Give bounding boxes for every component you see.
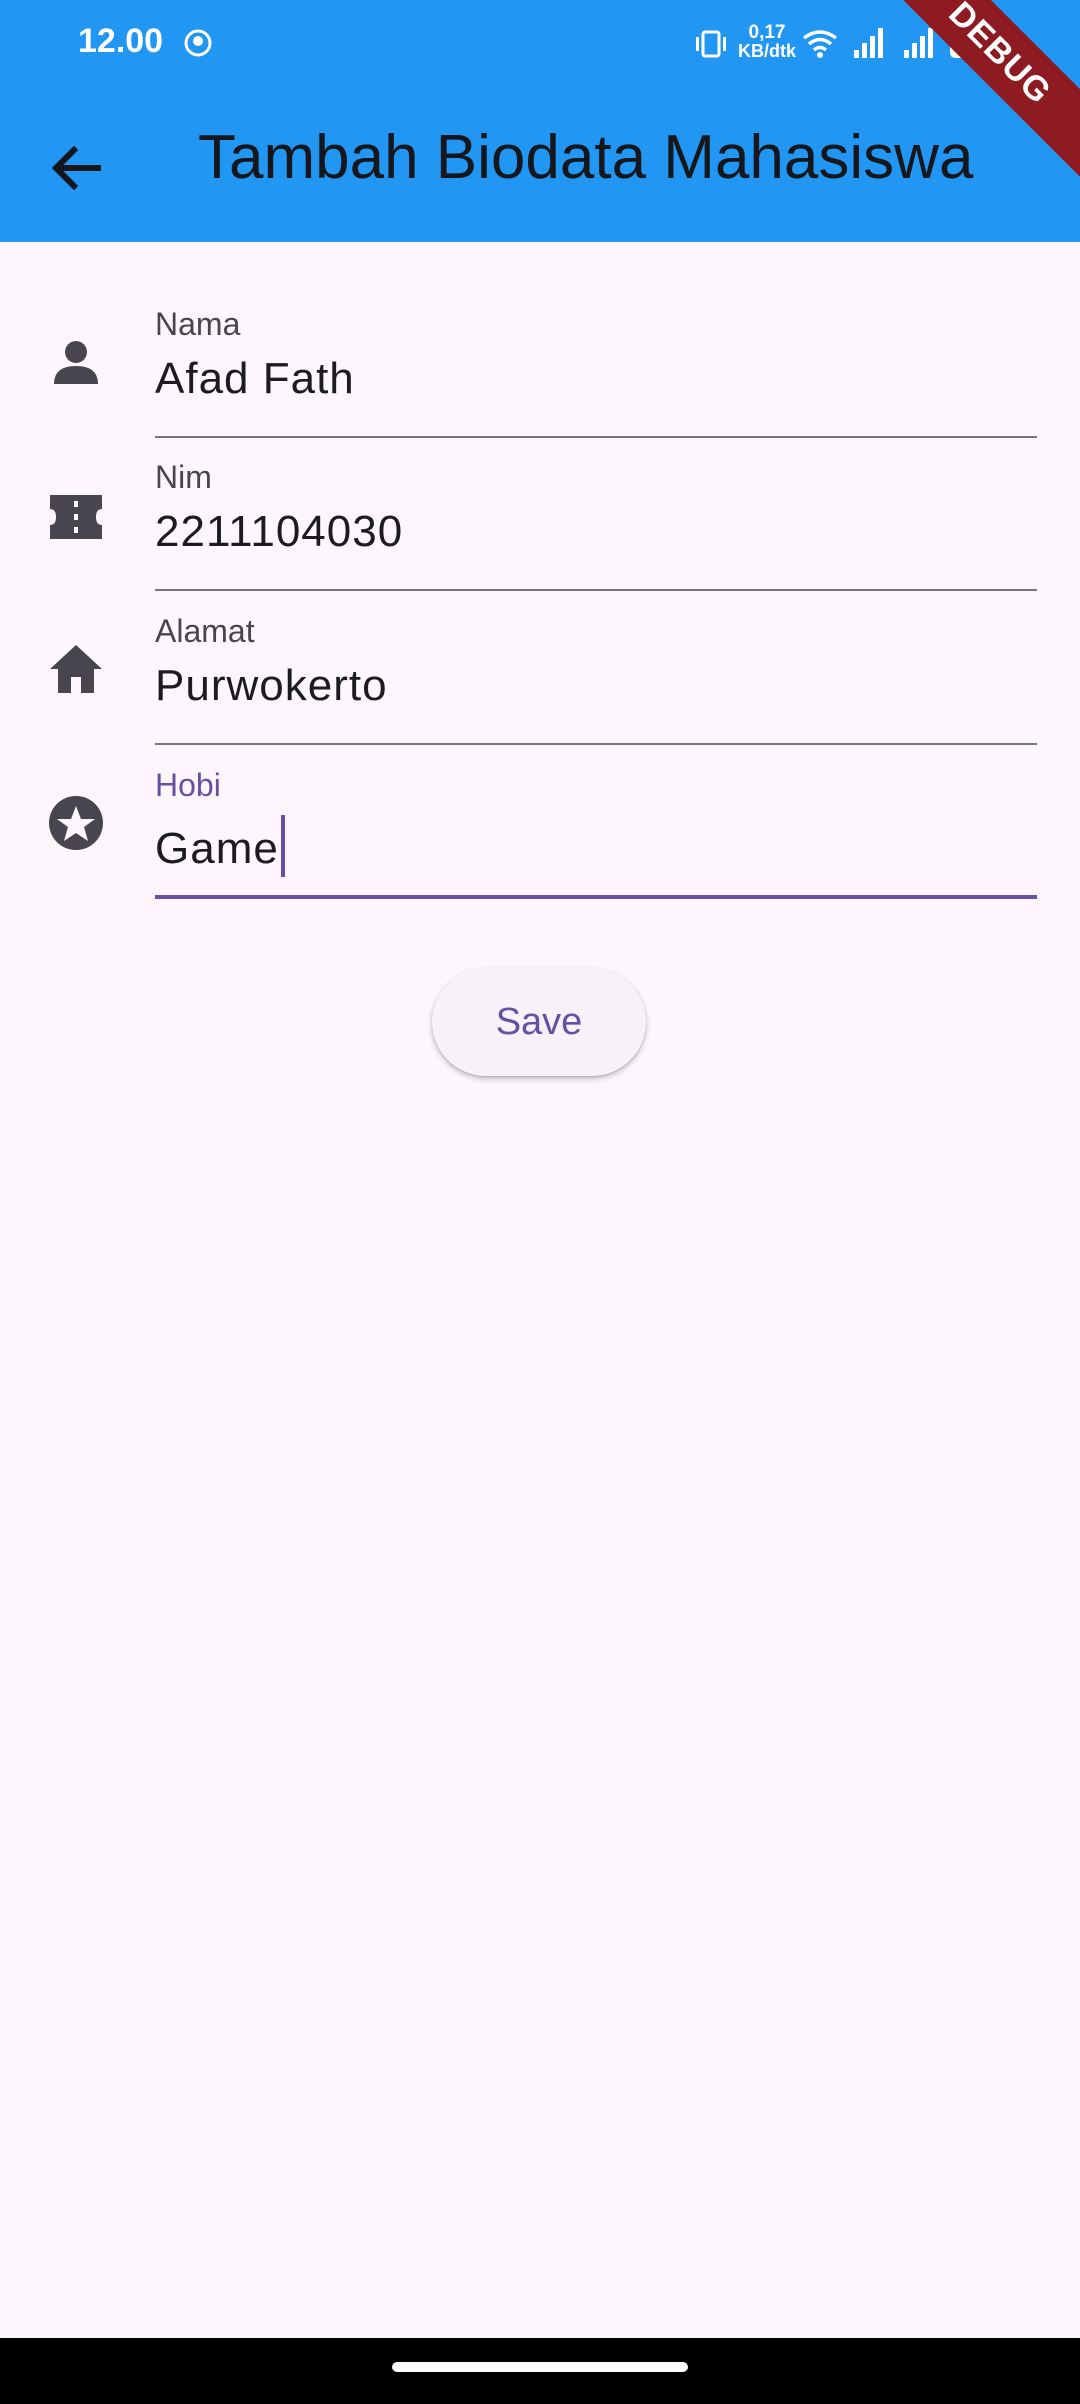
network-speed-value: 0,17 <box>748 22 786 43</box>
page-title: Tambah Biodata Mahasiswa <box>198 123 974 192</box>
signal-icon-1 <box>854 28 883 58</box>
nim-input[interactable]: 2211104030 <box>155 507 403 557</box>
save-button[interactable]: Save <box>432 968 646 1076</box>
nim-underline <box>155 589 1037 591</box>
alamat-field[interactable]: Alamat Purwokerto <box>0 597 1080 747</box>
alamat-underline <box>155 743 1037 745</box>
navigation-bar <box>0 2338 1080 2404</box>
arrow-back-icon <box>51 145 101 191</box>
notification-icon <box>184 29 212 57</box>
status-time: 12.00 <box>78 22 164 60</box>
nim-field[interactable]: Nim 2211104030 <box>0 443 1080 593</box>
alamat-input[interactable]: Purwokerto <box>155 661 388 711</box>
wifi-icon <box>802 30 838 58</box>
nama-field[interactable]: Nama Afad Fath <box>0 290 1080 440</box>
person-icon <box>54 341 98 384</box>
nim-label: Nim <box>155 459 212 495</box>
hobi-underline <box>155 895 1037 899</box>
nama-input[interactable]: Afad Fath <box>155 354 355 404</box>
vibrate-icon <box>696 30 726 58</box>
nama-label: Nama <box>155 306 241 342</box>
badge-icon <box>50 495 102 539</box>
hobi-input[interactable]: Game <box>155 815 285 877</box>
hobi-label: Hobi <box>155 767 221 803</box>
hobi-input-text: Game <box>155 824 279 873</box>
network-speed-unit: KB/dtk <box>738 41 796 61</box>
network-speed: 0,17 KB/dtk <box>736 22 798 61</box>
back-button[interactable] <box>36 128 116 208</box>
home-icon <box>50 645 102 693</box>
nama-underline <box>155 436 1037 438</box>
home-gesture-handle[interactable] <box>392 2362 688 2372</box>
hobi-field[interactable]: Hobi Game <box>0 751 1080 901</box>
signal-icon-2 <box>904 28 933 58</box>
text-cursor <box>280 815 285 877</box>
star-circle-icon <box>49 796 103 850</box>
alamat-label: Alamat <box>155 613 255 649</box>
app-bar: Tambah Biodata Mahasiswa <box>0 88 1080 242</box>
